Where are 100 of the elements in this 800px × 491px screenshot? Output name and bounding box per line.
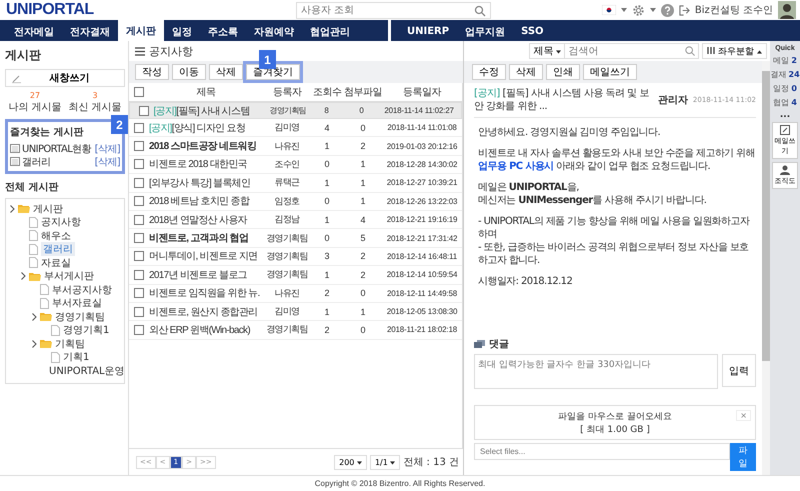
post-title[interactable]: [외부강사 특강] 블록체인 — [149, 176, 263, 190]
table-row[interactable]: 2017년 비젠트로 블로그 경영기획팀 1 2 2018-12-14 10:59:54 — [129, 266, 462, 285]
avatar[interactable] — [778, 1, 796, 19]
row-checkbox[interactable] — [134, 306, 144, 317]
file-drop-area[interactable]: 파일을 마우스로 끌어오세요 [ 최대 1.00 GB ] × — [474, 405, 756, 440]
chevron-icon[interactable] — [32, 340, 37, 348]
row-checkbox[interactable] — [138, 106, 149, 116]
post-title[interactable]: [공지][필독] 사내 시스템 — [153, 104, 264, 118]
toolbar-button[interactable]: 메일쓰기 — [583, 64, 637, 80]
column-header[interactable]: 등록일자 — [383, 85, 461, 99]
search-field-select[interactable]: 제목 — [529, 43, 566, 59]
table-row[interactable]: [공지][양식] 디자인 요청 김미영 4 0 2018-11-14 11:01:08 — [129, 119, 462, 138]
close-button[interactable]: × — [736, 410, 751, 421]
favorite-board-link[interactable]: UNIPORTAL현황 — [22, 142, 93, 156]
post-title[interactable]: [공지][양식] 디자인 요청 — [149, 120, 263, 135]
nav-tab[interactable]: 업무지원 — [457, 22, 514, 41]
caret-icon[interactable] — [620, 8, 627, 12]
caret-icon[interactable] — [650, 8, 656, 12]
nav-tab[interactable]: SSO — [513, 22, 552, 41]
toolbar-button[interactable]: 이동 — [172, 64, 206, 80]
post-title[interactable]: 비젠트로 임직원을 위한 뉴. — [149, 286, 263, 300]
file-button[interactable]: 파일 — [730, 443, 756, 471]
tree-folder[interactable]: 게시판 — [33, 202, 63, 216]
delete-link[interactable]: [삭제] — [94, 154, 120, 168]
nav-tab[interactable]: 일정 — [164, 22, 200, 41]
select-all-checkbox[interactable] — [134, 87, 144, 97]
more-button[interactable]: ... — [780, 111, 790, 119]
table-row[interactable]: [공지][필독] 사내 시스템 경영기획팀 8 0 2018-11-14 11:02:27 — [129, 102, 462, 119]
help-icon[interactable] — [660, 4, 674, 16]
column-header[interactable]: 조회수 — [311, 85, 343, 99]
chevron-icon[interactable] — [21, 272, 26, 280]
scrollbar[interactable] — [762, 61, 770, 475]
row-checkbox[interactable] — [134, 233, 144, 244]
delete-link[interactable]: [삭제] — [94, 142, 120, 156]
row-checkbox[interactable] — [134, 159, 144, 170]
post-title[interactable]: 2018 베트남 호치민 종합 — [149, 194, 263, 208]
row-checkbox[interactable] — [134, 324, 144, 335]
table-row[interactable]: 2018년 연말정산 사용자 김정남 1 4 2018-12-21 19:16:19 — [129, 210, 462, 230]
quick-item[interactable]: 협업 4 — [773, 97, 797, 108]
tree-folder[interactable]: 경영기획팀 — [55, 310, 105, 324]
chevron-icon[interactable] — [10, 204, 15, 213]
nav-tab[interactable]: 자원예약 — [246, 22, 302, 41]
table-row[interactable]: 비젠트로, 고객과의 협업 경영기획팀 0 5 2018-12-21 17:31:42 — [129, 229, 462, 248]
tree-folder[interactable]: 부서게시판 — [44, 269, 94, 284]
table-row[interactable]: [외부강사 특강] 블록체인 류택근 1 1 2018-12-27 10:39:21 — [129, 174, 462, 193]
tree-item[interactable]: UNIPORTAL운영 — [49, 364, 125, 378]
page-size-select[interactable]: 200 — [334, 454, 367, 470]
column-header[interactable]: 등록자 — [263, 85, 311, 99]
table-row[interactable]: 2018 베트남 호치민 종합 임정호 0 1 2018-12-26 13:22:03 — [129, 192, 462, 211]
tree-item[interactable]: 갤러리 — [41, 242, 75, 256]
tree-item[interactable]: 자료실 — [41, 256, 71, 270]
quick-item[interactable]: 일정 0 — [773, 83, 797, 94]
row-checkbox[interactable] — [134, 196, 144, 206]
row-checkbox[interactable] — [134, 122, 144, 133]
post-title[interactable]: 비젠트로, 고객과의 협업 — [149, 231, 263, 246]
flag-icon[interactable] — [602, 5, 616, 15]
logout-icon[interactable] — [678, 4, 690, 16]
tree-item[interactable]: 해우소 — [41, 228, 71, 243]
tree-item[interactable]: 경영기획1 — [63, 323, 110, 338]
post-title[interactable]: 2018년 연말정산 사용자 — [149, 212, 263, 227]
favorite-board-link[interactable]: 갤러리 — [22, 154, 93, 168]
user-search-field[interactable]: 사용자 조회 — [296, 2, 491, 18]
post-title[interactable]: 비젠트로 2018 대한민국 — [149, 157, 263, 172]
quick-item[interactable]: 결재 24 — [770, 69, 800, 80]
table-row[interactable]: 비젠트로 2018 대한민국 조수인 0 1 2018-12-28 14:30:02 — [129, 156, 462, 174]
search-icon[interactable] — [685, 46, 696, 56]
row-checkbox[interactable] — [134, 288, 144, 298]
nav-tab[interactable]: 전자메일 — [6, 22, 62, 41]
chevron-icon[interactable] — [32, 312, 37, 321]
post-title[interactable]: 비젠트로, 원산지 종합관리 — [149, 304, 263, 319]
tree-item[interactable]: 부서공지사항 — [52, 282, 112, 297]
menu-icon[interactable] — [135, 46, 145, 56]
nav-tab[interactable]: 게시판 — [118, 20, 164, 41]
table-row[interactable]: 머니투데이, 비젠트로 지면 경영기획팀 3 2 2018-12-14 16:48:11 — [129, 248, 462, 266]
table-row[interactable]: 외산 ERP 윈백(Win-back) 경영기획팀 2 0 2018-11-21 18:02:18 — [129, 321, 462, 340]
post-title[interactable]: 외산 ERP 윈백(Win-back) — [149, 322, 263, 337]
comment-field[interactable]: 최대 입력가능한 글자수 한글 330자입니다 — [474, 354, 718, 389]
post-title[interactable]: 머니투데이, 비젠트로 지면 — [149, 249, 263, 264]
tree-item[interactable]: 공지사항 — [41, 215, 81, 230]
column-header[interactable]: 첨부파일 — [343, 85, 383, 99]
row-checkbox[interactable] — [134, 214, 144, 225]
settings-icon[interactable] — [632, 4, 645, 16]
submit-button[interactable]: 입력 — [722, 354, 756, 387]
file-field[interactable]: Select files... — [474, 443, 730, 460]
row-checkbox[interactable] — [134, 141, 144, 152]
row-checkbox[interactable] — [134, 270, 144, 280]
row-checkbox[interactable] — [134, 178, 144, 188]
nav-tab[interactable]: 주소록 — [200, 22, 246, 41]
toolbar-button[interactable]: 인쇄 — [546, 64, 580, 80]
toolbar-button[interactable]: 작성 — [135, 64, 169, 80]
link[interactable]: 업무용 PC 사용시 — [478, 161, 554, 172]
quick-item[interactable]: 메일 2 — [773, 55, 797, 66]
toolbar-button[interactable]: 삭제 — [209, 64, 243, 80]
write-button[interactable]: 새창쓰기 — [5, 69, 125, 87]
table-row[interactable]: 비젠트로, 원산지 종합관리 김미영 1 1 2018-12-05 13:08:30 — [129, 302, 462, 322]
row-checkbox[interactable] — [134, 251, 144, 262]
nav-tab[interactable]: UNIERP — [399, 22, 458, 41]
column-header[interactable]: 제목 — [149, 85, 263, 99]
post-title[interactable]: 2017년 비젠트로 블로그 — [149, 268, 263, 282]
tree-folder[interactable]: 기획팀 — [55, 336, 85, 351]
